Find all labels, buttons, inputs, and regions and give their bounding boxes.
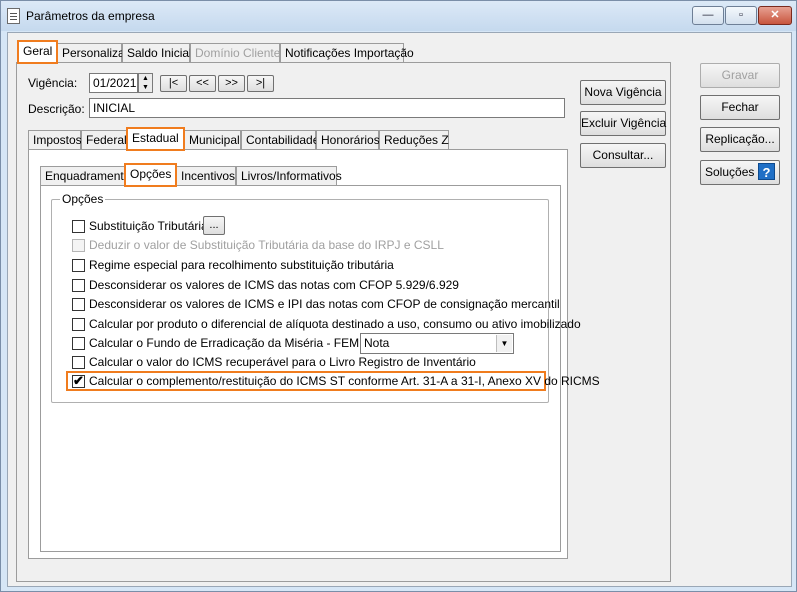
minimize-button[interactable]: —: [692, 6, 724, 25]
tab-reducoes-z[interactable]: Reduções Z: [379, 130, 449, 150]
tab-honorarios[interactable]: Honorários: [316, 130, 380, 150]
help-icon[interactable]: ?: [758, 163, 775, 180]
tab-geral[interactable]: Geral: [17, 40, 58, 64]
fem-select-value: Nota: [364, 336, 390, 350]
spin-down-icon[interactable]: ▼: [139, 83, 152, 92]
checkmark-icon: ✔: [73, 373, 84, 388]
main-window: Parâmetros da empresa — ▫ ✕ Geral Person…: [0, 0, 797, 592]
tab-saldo-inicial[interactable]: Saldo Inicial: [122, 43, 192, 63]
title-bar: Parâmetros da empresa — ▫ ✕: [1, 1, 796, 31]
close-button[interactable]: ✕: [758, 6, 792, 25]
checkbox-complemento-restituicao[interactable]: ✔: [72, 373, 85, 388]
first-record-button[interactable]: |<: [160, 75, 187, 92]
option-fem: Calcular o Fundo de Erradicação da Misér…: [89, 336, 384, 350]
consultar-button[interactable]: Consultar...: [580, 143, 666, 168]
tab-contabilidade[interactable]: Contabilidade: [241, 130, 319, 150]
checkbox-diferencial-aliquota[interactable]: [72, 318, 85, 331]
option-complemento-restituicao: Calcular o complemento/restituição do IC…: [89, 374, 600, 388]
checkbox-fem[interactable]: [72, 337, 85, 350]
next-record-button[interactable]: >>: [218, 75, 245, 92]
tab-opcoes[interactable]: Opções: [124, 163, 177, 187]
previous-record-button[interactable]: <<: [189, 75, 216, 92]
tab-dominio-cliente: Domínio Cliente: [190, 43, 280, 63]
gravar-button[interactable]: Gravar: [700, 63, 780, 88]
window-title: Parâmetros da empresa: [26, 9, 155, 23]
checkbox-desconsiderar-consignacao[interactable]: [72, 298, 85, 311]
vigencia-input[interactable]: 01/2021: [89, 73, 138, 93]
maximize-button[interactable]: ▫: [725, 6, 757, 25]
nova-vigencia-button[interactable]: Nova Vigência: [580, 80, 666, 105]
replicacao-button[interactable]: Replicação...: [700, 127, 780, 152]
opcoes-group-title: Opções: [60, 192, 106, 206]
tab-municipal[interactable]: Municipal: [184, 130, 241, 150]
descricao-label: Descrição:: [28, 102, 85, 116]
tab-estadual[interactable]: Estadual: [126, 127, 185, 151]
descricao-input[interactable]: INICIAL: [89, 98, 565, 118]
excluir-vigencia-button[interactable]: Excluir Vigência: [580, 111, 666, 136]
checkbox-substituicao-tributaria[interactable]: [72, 220, 85, 233]
tab-enquadramento[interactable]: Enquadramento: [40, 166, 130, 186]
fem-select[interactable]: Nota ▼: [360, 333, 514, 354]
tab-personaliza[interactable]: Personaliza: [57, 43, 125, 63]
fechar-button[interactable]: Fechar: [700, 95, 780, 120]
option-diferencial-aliquota: Calcular por produto o diferencial de al…: [89, 317, 581, 331]
vigencia-spinner[interactable]: ▲ ▼: [138, 73, 153, 93]
spin-up-icon[interactable]: ▲: [139, 74, 152, 83]
option-desconsiderar-consignacao: Desconsiderar os valores de ICMS e IPI d…: [89, 297, 560, 311]
tab-federal[interactable]: Federal: [81, 130, 127, 150]
option-regime-especial: Regime especial para recolhimento substi…: [89, 258, 394, 272]
option-deduzir-valor-st: Deduzir o valor de Substituição Tributár…: [89, 238, 444, 252]
checkbox-desconsiderar-cfop-5929[interactable]: [72, 279, 85, 292]
tab-livros-informativos[interactable]: Livros/Informativos: [236, 166, 342, 186]
option-desconsiderar-cfop-5929: Desconsiderar os valores de ICMS das not…: [89, 278, 459, 292]
last-record-button[interactable]: >|: [247, 75, 274, 92]
document-icon: [7, 8, 20, 24]
tab-incentivos[interactable]: Incentivos: [176, 166, 236, 186]
checkbox-regime-especial[interactable]: [72, 259, 85, 272]
option-substituicao-tributaria: Substituição Tributária: [89, 219, 208, 233]
solucoes-label: Soluções: [705, 165, 755, 179]
chevron-down-icon[interactable]: ▼: [496, 335, 512, 352]
tab-notificacoes-importacao[interactable]: Notificações Importação: [280, 43, 414, 63]
tab-impostos[interactable]: Impostos: [28, 130, 82, 150]
vigencia-label: Vigência:: [28, 76, 78, 90]
substituicao-ellipsis-button[interactable]: ...: [203, 216, 225, 235]
option-icms-recuperavel: Calcular o valor do ICMS recuperável par…: [89, 355, 476, 369]
checkbox-deduzir-valor-st: [72, 239, 85, 252]
checkbox-icms-recuperavel[interactable]: [72, 356, 85, 369]
